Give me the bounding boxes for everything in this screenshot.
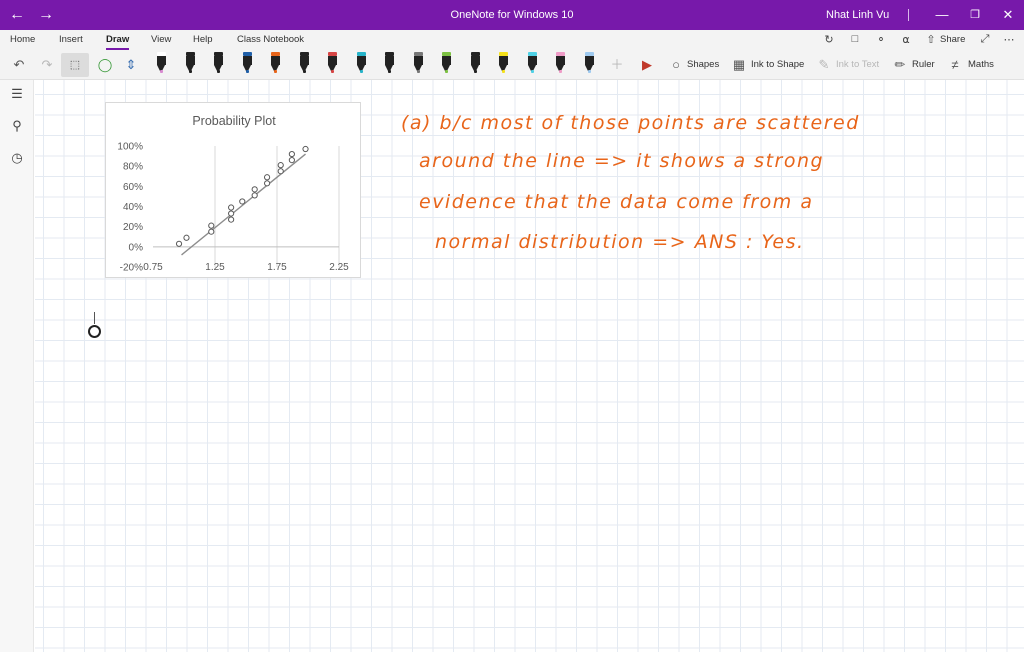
pen-body (185, 56, 195, 65)
pen-10[interactable] (413, 52, 424, 76)
pen-tip-color (160, 70, 163, 73)
pen-body (385, 56, 394, 65)
pen-body (442, 56, 451, 65)
pen-body (299, 56, 309, 65)
ruler-icon[interactable]: ✏ (891, 56, 909, 74)
note-line-2: around the line => it shows a strong (419, 150, 824, 172)
pen-tip-color (331, 70, 334, 73)
pen-16[interactable] (584, 52, 595, 76)
pen-tip-color (302, 70, 306, 73)
note-canvas[interactable]: Probability Plot 0.75 1.25 1.75 2.25 -20% 0% 2… (35, 80, 1024, 652)
lasso-select-icon: ⬚ (69, 59, 81, 71)
pen-tip-color (559, 70, 562, 73)
pen-body (584, 56, 594, 65)
pen-body (214, 56, 223, 65)
pen-cursor (88, 325, 101, 338)
restore-icon[interactable]: ❐ (965, 5, 985, 25)
pen-14[interactable] (527, 52, 538, 76)
pen-6[interactable] (299, 52, 310, 76)
pen-body (242, 56, 252, 65)
tab-class-notebook[interactable]: Class Notebook (237, 34, 304, 45)
pen-body (527, 56, 537, 65)
pen-5[interactable] (270, 52, 281, 76)
pen-11[interactable] (441, 52, 452, 76)
pen-8[interactable] (356, 52, 367, 76)
ruler-button[interactable]: Ruler (912, 59, 935, 70)
search-icon[interactable]: ⚲ (8, 118, 26, 134)
maths-icon[interactable]: ≠ (946, 56, 964, 74)
close-icon[interactable]: ✕ (998, 5, 1018, 25)
pen-body (271, 56, 280, 65)
redo-icon[interactable]: ↷ (38, 56, 56, 74)
pen-2[interactable] (185, 52, 196, 76)
pen-tip-color (502, 70, 505, 73)
pen-body (356, 56, 366, 65)
pen-body (413, 56, 423, 65)
pen-tip-color (245, 70, 249, 73)
pen-15[interactable] (555, 52, 566, 76)
pen-tip-color (359, 70, 363, 73)
tab-help[interactable]: Help (193, 34, 213, 45)
sync-icon[interactable]: ↻ (822, 33, 836, 46)
bell-icon[interactable]: ⍺ (899, 33, 913, 46)
pen-tip-color (473, 70, 477, 73)
add-space-icon[interactable]: ◯ (96, 56, 114, 74)
pen-body (556, 56, 565, 65)
notebooks-icon[interactable]: ☰ (8, 86, 26, 102)
pen-1[interactable] (153, 51, 172, 80)
insert-space-icon[interactable]: ⇕ (122, 56, 140, 74)
ink-to-shape-button[interactable]: Ink to Shape (751, 59, 804, 70)
undo-icon[interactable]: ↶ (10, 56, 28, 74)
text-cursor-line (94, 312, 95, 324)
pen-body (328, 56, 337, 65)
pen-tip-color (445, 70, 448, 73)
handwritten-notes: (a) b/c most of those points are scatter… (401, 112, 860, 253)
shapes-button[interactable]: Shapes (687, 59, 719, 70)
lightbulb-icon[interactable]: ⚬ (874, 33, 888, 46)
pen-tip-color (416, 70, 420, 73)
pen-13[interactable] (498, 52, 509, 76)
tab-insert[interactable]: Insert (59, 34, 83, 45)
tab-view[interactable]: View (151, 34, 171, 45)
expand-icon[interactable]: ⤢ (978, 33, 992, 46)
share-icon[interactable]: ⇧ (924, 33, 938, 46)
pen-4[interactable] (242, 52, 253, 76)
pen-3[interactable] (213, 52, 224, 76)
share-button[interactable]: Share (940, 34, 965, 45)
pen-body (157, 56, 166, 65)
user-name[interactable]: Nhat Linh Vu (826, 9, 889, 21)
pen-12[interactable] (470, 52, 481, 76)
maths-button[interactable]: Maths (968, 59, 994, 70)
pen-tip-color (530, 70, 534, 73)
pen-tip-color (188, 70, 192, 73)
pen-tip-color (274, 70, 277, 73)
ribbon-tabs: Home Insert Draw View Help Class Noteboo… (0, 30, 1024, 50)
title-bar: ← → OneNote for Windows 10 Nhat Linh Vu … (0, 0, 1024, 30)
tab-home[interactable]: Home (10, 34, 35, 45)
add-pen-icon[interactable]: ＋ (608, 56, 626, 74)
ink-to-text-icon[interactable]: ✎ (815, 56, 833, 74)
tab-draw[interactable]: Draw (106, 34, 130, 50)
left-navigation-rail: ☰ ⚲ ◷ (0, 80, 34, 652)
shapes-icon[interactable]: ○ (667, 56, 685, 74)
pen-tip-color (587, 70, 591, 73)
pen-body (499, 56, 508, 65)
pen-7[interactable] (327, 52, 338, 76)
note-line-1: (a) b/c most of those points are scatter… (401, 112, 860, 134)
pen-9[interactable] (384, 52, 395, 76)
pen-body (470, 56, 480, 65)
note-line-3: evidence that the data come from a (419, 191, 813, 213)
note-line-4: normal distribution => ANS : Yes. (435, 231, 805, 253)
title-separator (908, 9, 909, 21)
more-options-icon[interactable]: ⋯ (1002, 33, 1016, 46)
ink-to-shape-icon[interactable]: ▦ (730, 56, 748, 74)
recent-clock-icon[interactable]: ◷ (8, 150, 26, 166)
pen-tip-color (388, 70, 391, 73)
replay-icon[interactable]: ▶ (638, 56, 656, 74)
minimize-icon[interactable]: — (932, 5, 952, 25)
draw-toolbar: ↶ ↷ ⬚ ◯ ⇕ ＋ ▶ ○ Shapes ▦ Ink to Shape ✎ … (0, 50, 1024, 80)
ink-to-text-button[interactable]: Ink to Text (836, 59, 879, 70)
notebook-icon[interactable]: □ (848, 33, 862, 45)
pen-tip-color (217, 70, 220, 73)
